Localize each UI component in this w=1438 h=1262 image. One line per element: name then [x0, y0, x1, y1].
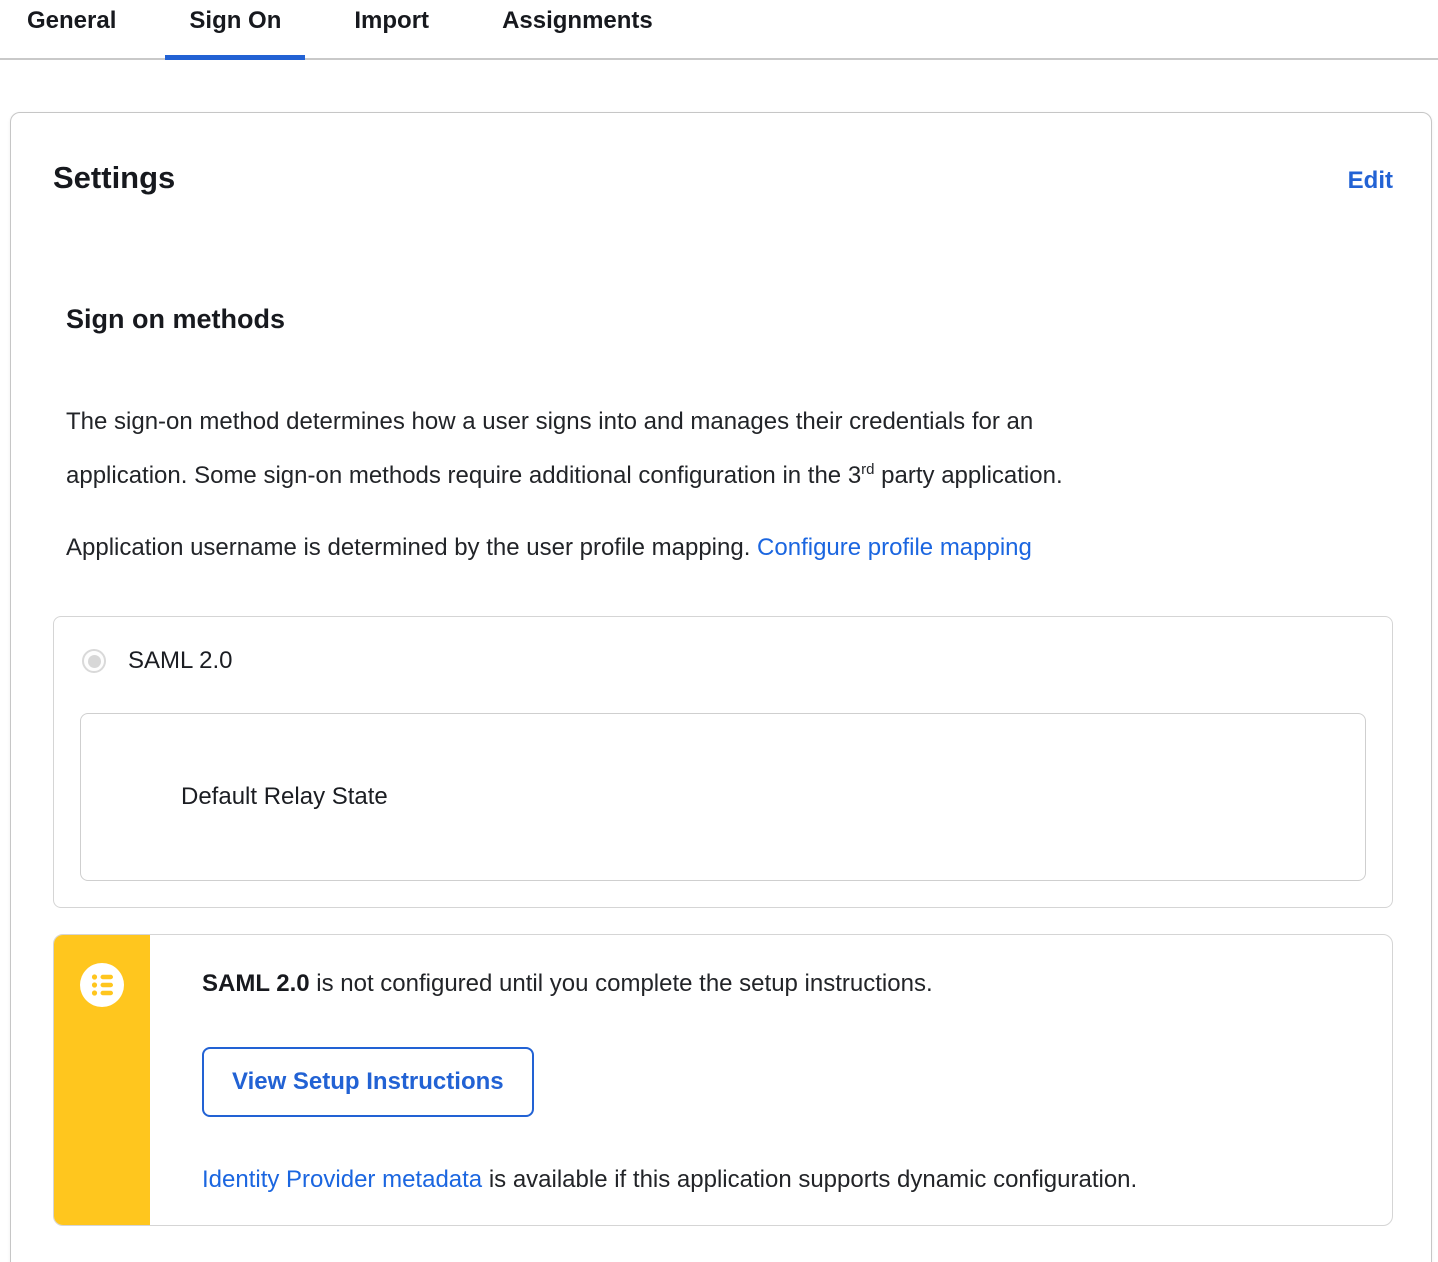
description-line2: application. Some sign-on methods requir… — [66, 462, 862, 489]
view-setup-instructions-button[interactable]: View Setup Instructions — [202, 1047, 534, 1117]
saml-radio-row: SAML 2.0 — [80, 647, 1366, 675]
sign-on-methods-heading: Sign on methods — [66, 304, 285, 334]
callout-message-text: is not configured until you complete the… — [309, 970, 933, 997]
saml-radio[interactable] — [82, 649, 106, 673]
tab-label: Import — [354, 7, 430, 34]
tab-assignments[interactable]: Assignments — [502, 6, 653, 58]
tab-sign-on[interactable]: Sign On — [165, 6, 306, 60]
app-tabs: General Sign On Import Assignments — [0, 0, 1438, 60]
list-icon — [80, 963, 124, 1007]
callout-body: SAML 2.0 is not configured until you com… — [150, 935, 1392, 1225]
saml-setup-callout: SAML 2.0 is not configured until you com… — [53, 934, 1393, 1226]
default-relay-state-label: Default Relay State — [181, 783, 388, 810]
saml-method-box: SAML 2.0 Default Relay State — [53, 616, 1393, 908]
tab-general[interactable]: General — [27, 6, 116, 58]
metadata-note-text: is available if this application support… — [482, 1166, 1138, 1193]
settings-card: Settings Edit Sign on methods The sign-o… — [10, 112, 1432, 1262]
edit-link[interactable]: Edit — [1348, 167, 1393, 195]
identity-provider-metadata-link[interactable]: Identity Provider metadata — [202, 1166, 482, 1193]
tab-import[interactable]: Import — [354, 6, 429, 58]
callout-accent-bar — [54, 935, 150, 1225]
callout-message: SAML 2.0 is not configured until you com… — [202, 967, 1352, 1001]
sign-on-description: The sign-on method determines how a user… — [66, 398, 1393, 500]
tab-label: General — [27, 7, 117, 34]
username-note-text: Application username is determined by th… — [66, 534, 758, 561]
radio-dot — [87, 654, 101, 668]
description-line1: The sign-on method determines how a user… — [66, 408, 1034, 435]
settings-card-header: Settings Edit — [53, 159, 1393, 197]
metadata-note: Identity Provider metadata is available … — [202, 1165, 1352, 1195]
description-line2-end: party application. — [874, 462, 1063, 489]
tab-label: Assignments — [502, 7, 653, 34]
application-username-note: Application username is determined by th… — [66, 524, 1393, 572]
settings-title: Settings — [53, 160, 176, 195]
configure-profile-mapping-link[interactable]: Configure profile mapping — [757, 534, 1032, 561]
saml-radio-label: SAML 2.0 — [128, 647, 233, 674]
callout-app-name: SAML 2.0 — [202, 970, 310, 997]
active-tab-underline — [165, 55, 306, 60]
ordinal-suffix: rd — [861, 461, 875, 478]
tab-label: Sign On — [189, 7, 282, 34]
default-relay-state-field: Default Relay State — [80, 713, 1366, 881]
